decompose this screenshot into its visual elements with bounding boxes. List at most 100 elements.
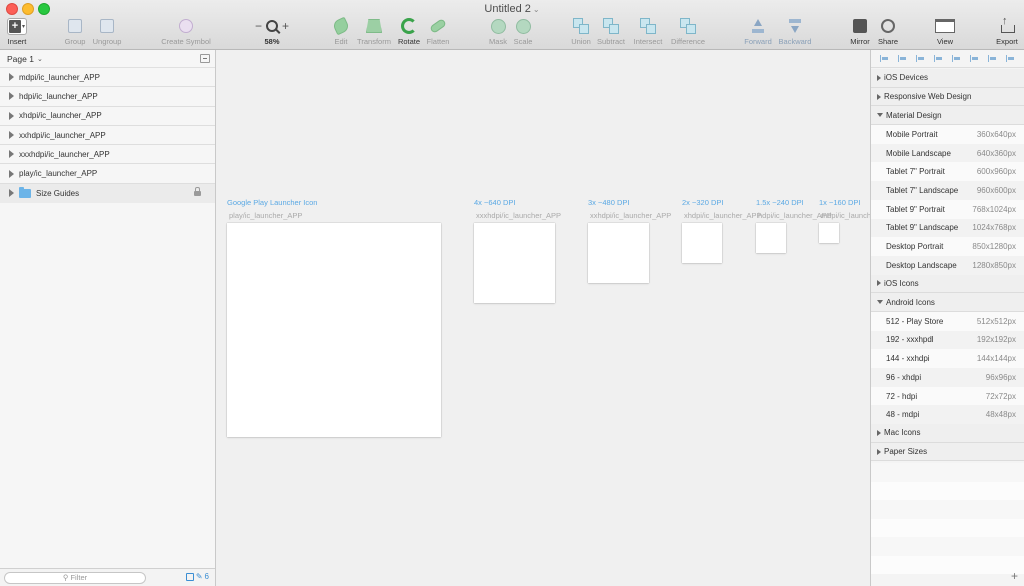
preset-section-paper-sizes[interactable]: Paper Sizes xyxy=(871,442,1024,462)
zoom-in-button[interactable]: + xyxy=(282,19,289,33)
create-symbol-button[interactable]: Create Symbol xyxy=(160,17,212,47)
inspector-sidebar: iOS Devices Responsive Web Design Materi… xyxy=(870,50,1024,586)
pencil-icon[interactable]: ✎ xyxy=(196,572,203,581)
view-button[interactable]: View xyxy=(932,17,958,47)
artboard-name[interactable]: xhdpi/ic_launcher_APP xyxy=(684,211,762,220)
title-chevron-icon: ⌄ xyxy=(532,5,540,14)
align-vertical-center-icon[interactable] xyxy=(952,55,961,62)
ungroup-button[interactable]: Ungroup xyxy=(92,17,122,47)
align-top-icon[interactable] xyxy=(933,55,943,62)
backward-button[interactable]: Backward xyxy=(777,17,813,47)
flatten-button[interactable]: Flatten xyxy=(425,17,451,47)
transform-icon xyxy=(366,19,382,33)
layer-item[interactable]: xxhdpi/ic_launcher_APP xyxy=(0,126,215,146)
scale-button[interactable]: Scale xyxy=(512,17,534,47)
mask-button[interactable]: Mask xyxy=(487,17,509,47)
disclosure-triangle-icon xyxy=(877,300,883,305)
lock-icon[interactable] xyxy=(194,186,201,196)
disclosure-triangle-icon[interactable] xyxy=(9,131,14,140)
layer-item[interactable]: xhdpi/ic_launcher_APP xyxy=(0,107,215,126)
subtract-icon xyxy=(603,18,619,34)
disclosure-triangle-icon[interactable] xyxy=(9,169,14,178)
subtract-button[interactable]: Subtract xyxy=(595,17,627,47)
intersect-button[interactable]: Intersect xyxy=(631,17,665,47)
artboard-name[interactable]: mdpi/ic_launcher_APP xyxy=(821,211,870,220)
align-left-icon[interactable] xyxy=(879,55,889,62)
minimize-window-button[interactable] xyxy=(22,3,34,15)
disclosure-triangle-icon xyxy=(877,113,883,118)
export-button[interactable]: Export xyxy=(993,15,1021,47)
disclosure-triangle-icon[interactable] xyxy=(9,92,14,101)
preset-item[interactable]: 192 - xxxhpdl 192x192px xyxy=(871,330,1024,350)
layer-item[interactable]: hdpi/ic_launcher_APP xyxy=(0,87,215,107)
artboard-xhdpi[interactable] xyxy=(682,223,722,263)
union-button[interactable]: Union xyxy=(569,17,593,47)
artboard-play-store[interactable] xyxy=(227,223,441,437)
distribute-vertical-icon[interactable] xyxy=(1006,55,1015,62)
add-page-icon[interactable] xyxy=(200,54,210,63)
rotate-button[interactable]: Rotate xyxy=(397,17,421,47)
layer-item[interactable]: xxxhdpi/ic_launcher_APP xyxy=(0,145,215,165)
preset-section-material[interactable]: Material Design xyxy=(871,106,1024,126)
zoom-level: 58% xyxy=(264,37,280,46)
chevron-down-icon: ⌄ xyxy=(36,55,43,63)
disclosure-triangle-icon[interactable] xyxy=(9,111,14,120)
insert-button[interactable]: + ▾ Insert xyxy=(5,17,29,47)
group-button[interactable]: Group xyxy=(63,17,87,47)
filter-input[interactable]: ⚲ Filter xyxy=(4,572,146,584)
artboard-title: 2x ~320 DPI xyxy=(682,198,724,207)
artboard-filter-icon[interactable] xyxy=(185,572,194,581)
artboard-xxxhdpi[interactable] xyxy=(474,223,555,303)
artboard-mdpi[interactable] xyxy=(819,223,839,243)
mirror-button[interactable]: Mirror xyxy=(848,17,872,47)
preset-section-mac-icons[interactable]: Mac Icons xyxy=(871,424,1024,443)
artboard-title: 1x ~160 DPI xyxy=(819,198,861,207)
artboard-name[interactable]: xxxhdpi/ic_launcher_APP xyxy=(476,211,561,220)
distribute-horizontal-icon[interactable] xyxy=(988,55,997,62)
preset-item[interactable]: Tablet 9" Portrait 768x1024px xyxy=(871,199,1024,219)
preset-item[interactable]: Desktop Landscape 1280x850px xyxy=(871,255,1024,275)
disclosure-triangle-icon[interactable] xyxy=(9,73,14,82)
layer-item[interactable]: mdpi/ic_launcher_APP xyxy=(0,68,215,88)
align-horizontal-center-icon[interactable] xyxy=(897,55,907,62)
layer-group-size-guides[interactable]: Size Guides xyxy=(0,183,215,204)
close-window-button[interactable] xyxy=(6,3,18,15)
forward-button[interactable]: Forward xyxy=(742,17,774,47)
preset-section-responsive[interactable]: Responsive Web Design xyxy=(871,87,1024,107)
artboard-name[interactable]: xxhdpi/ic_launcher_APP xyxy=(590,211,671,220)
preset-item[interactable]: 48 - mdpi 48x48px xyxy=(871,405,1024,425)
artboard-hdpi[interactable] xyxy=(756,223,786,253)
preset-section-android-icons[interactable]: Android Icons xyxy=(871,293,1024,312)
filter-options[interactable]: ✎ 6 xyxy=(185,572,209,581)
transform-button[interactable]: Transform xyxy=(355,17,393,47)
page-selector[interactable]: Page 1 ⌄ xyxy=(0,50,215,68)
preset-item[interactable]: 96 - xhdpi 96x96px xyxy=(871,368,1024,387)
preset-item[interactable]: 512 - Play Store 512x512px xyxy=(871,311,1024,331)
align-bottom-icon[interactable] xyxy=(970,55,979,62)
preset-item[interactable]: Tablet 7" Landscape 960x600px xyxy=(871,181,1024,200)
zoom-window-button[interactable] xyxy=(38,3,50,15)
artboard-xxhdpi[interactable] xyxy=(588,223,649,283)
add-preset-button[interactable]: + xyxy=(1011,569,1018,583)
preset-item[interactable]: Tablet 7" Portrait 600x960px xyxy=(871,162,1024,182)
preset-section-ios-devices[interactable]: iOS Devices xyxy=(871,69,1024,88)
preset-item[interactable]: Desktop Portrait 850x1280px xyxy=(871,237,1024,256)
preset-item[interactable]: Tablet 9" Landscape 1024x768px xyxy=(871,218,1024,238)
preset-item[interactable]: 72 - hdpi 72x72px xyxy=(871,386,1024,406)
preset-item[interactable]: 144 - xxhdpi 144x144px xyxy=(871,349,1024,368)
share-button[interactable]: Share xyxy=(876,17,900,47)
layer-item[interactable]: play/ic_launcher_APP xyxy=(0,164,215,184)
zoom-out-button[interactable]: − xyxy=(255,19,262,33)
alignment-toolbar xyxy=(871,50,1024,68)
preset-item[interactable]: Mobile Landscape 640x360px xyxy=(871,143,1024,163)
preset-section-ios-icons[interactable]: iOS Icons xyxy=(871,274,1024,294)
artboard-title: 3x ~480 DPI xyxy=(588,198,630,207)
disclosure-triangle-icon[interactable] xyxy=(9,150,14,159)
disclosure-triangle-icon[interactable] xyxy=(9,189,14,198)
canvas[interactable]: Google Play Launcher Icon play/ic_launch… xyxy=(216,50,870,586)
edit-button[interactable]: Edit xyxy=(331,16,351,47)
difference-button[interactable]: Difference xyxy=(669,17,707,47)
align-right-icon[interactable] xyxy=(915,55,925,62)
artboard-name[interactable]: play/ic_launcher_APP xyxy=(229,211,302,220)
preset-item[interactable]: Mobile Portrait 360x640px xyxy=(871,125,1024,144)
